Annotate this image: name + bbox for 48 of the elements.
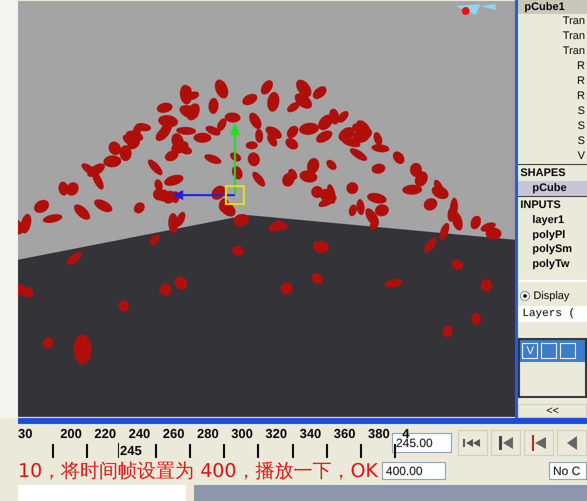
channel-label[interactable]: V: [518, 149, 587, 164]
tutorial-caption: 10，将时间帧设置为 400，播放一下，OK: [18, 460, 378, 482]
collapse-button[interactable]: <<: [518, 404, 587, 418]
input-node[interactable]: polyPl: [518, 228, 587, 242]
play-backward-button[interactable]: [557, 430, 587, 456]
channel-label[interactable]: Tran: [518, 44, 587, 59]
channel-label[interactable]: R: [518, 59, 587, 74]
frame-label: 30: [18, 426, 32, 441]
color-toggle[interactable]: [560, 342, 576, 359]
shape-node[interactable]: pCube: [518, 181, 587, 196]
frame-label: 280: [197, 426, 219, 441]
step-back-icon: [531, 435, 547, 451]
frame-label: 240: [128, 426, 150, 441]
input-node[interactable]: polySm: [518, 242, 587, 258]
play-backward-icon: [567, 436, 577, 450]
visibility-toggle[interactable]: V: [522, 342, 538, 359]
frame-label: 320: [265, 426, 288, 441]
go-to-start-icon: [463, 438, 483, 448]
radio-button[interactable]: [520, 290, 530, 301]
menu-item[interactable]: Layers (: [518, 306, 587, 322]
template-toggle[interactable]: [541, 342, 558, 359]
step-back-frame-button[interactable]: [524, 430, 554, 456]
channel-label[interactable]: S: [518, 134, 587, 149]
channel-label[interactable]: S: [518, 104, 587, 119]
channel-label[interactable]: R: [518, 74, 587, 89]
radio-label[interactable]: Display: [533, 290, 570, 302]
character-set-field[interactable]: No C: [549, 462, 587, 480]
section-header: INPUTS: [518, 196, 587, 213]
step-back-icon: [498, 436, 514, 450]
frame-label: 260: [162, 426, 184, 441]
layer-row[interactable]: V: [520, 340, 585, 362]
go-to-start-button[interactable]: [458, 430, 488, 456]
channel-label[interactable]: Tran: [518, 14, 587, 29]
channel-label[interactable]: R: [518, 89, 587, 104]
frame-label: 340: [300, 426, 322, 441]
frame-label: 220: [94, 426, 116, 441]
frame-label: 360: [334, 426, 356, 441]
frame-label: 380: [368, 426, 390, 441]
current-frame-marker[interactable]: 245: [118, 443, 142, 458]
input-node[interactable]: layer1: [518, 212, 587, 228]
step-back-key-button[interactable]: [491, 430, 521, 456]
frame-label: 200: [60, 426, 82, 441]
end-time-field[interactable]: 400.00: [382, 462, 446, 480]
object-name[interactable]: pCube1: [518, 0, 587, 14]
channel-label[interactable]: Tran: [518, 29, 587, 44]
input-node[interactable]: polyTw: [518, 257, 587, 272]
frame-label: 300: [231, 426, 253, 441]
channel-label[interactable]: S: [518, 119, 587, 134]
